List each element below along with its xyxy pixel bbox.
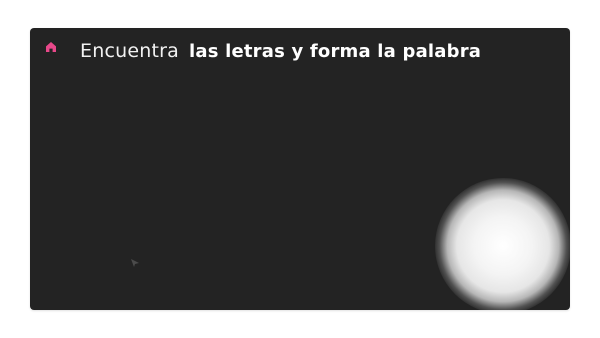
home-button[interactable] xyxy=(44,40,58,54)
instruction-title: Encuentra las letras y forma la palabra xyxy=(80,38,481,64)
instruction-title-regular: Encuentra xyxy=(80,40,179,62)
home-icon xyxy=(46,42,56,52)
faint-pointer-mark xyxy=(131,259,139,267)
instruction-title-bold: las letras y forma la palabra xyxy=(188,40,482,62)
light-orb[interactable] xyxy=(435,178,570,310)
game-stage[interactable]: Encuentra las letras y forma la palabra xyxy=(30,28,570,310)
